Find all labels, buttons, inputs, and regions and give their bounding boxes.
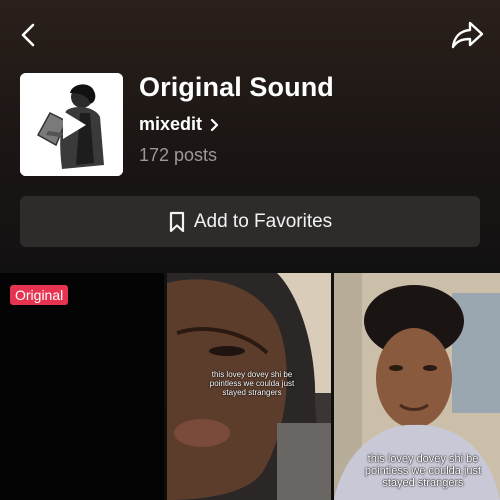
chevron-right-icon	[210, 118, 219, 131]
add-to-favorites-label: Add to Favorites	[193, 210, 333, 232]
post-count: 172 posts	[139, 145, 218, 165]
original-badge: Original	[10, 285, 69, 305]
video-thumbnail[interactable]: this lovey dovey shi be pointless we cou…	[334, 273, 500, 500]
bookmark-icon	[169, 211, 184, 232]
share-arrow-icon	[451, 21, 484, 49]
video-caption: this lovey dovey shi be pointless we cou…	[364, 453, 482, 490]
author-name: mixedit	[139, 114, 203, 134]
video-thumbnail[interactable]: this lovey dovey shi be pointless we cou…	[167, 273, 331, 500]
sound-title: Original Sound	[139, 72, 334, 102]
video-grid: Original this lovey dovey shi be pointle…	[0, 273, 500, 500]
back-button[interactable]	[14, 20, 44, 50]
share-button[interactable]	[450, 18, 486, 52]
chevron-left-icon	[21, 23, 35, 47]
add-to-favorites-button[interactable]: Add to Favorites	[20, 196, 480, 247]
video-thumbnail[interactable]: Original	[0, 273, 164, 500]
video-caption: this lovey dovey shi be pointless we cou…	[209, 370, 295, 397]
author-link[interactable]: mixedit	[139, 114, 220, 135]
sound-cover-image[interactable]	[20, 73, 123, 176]
